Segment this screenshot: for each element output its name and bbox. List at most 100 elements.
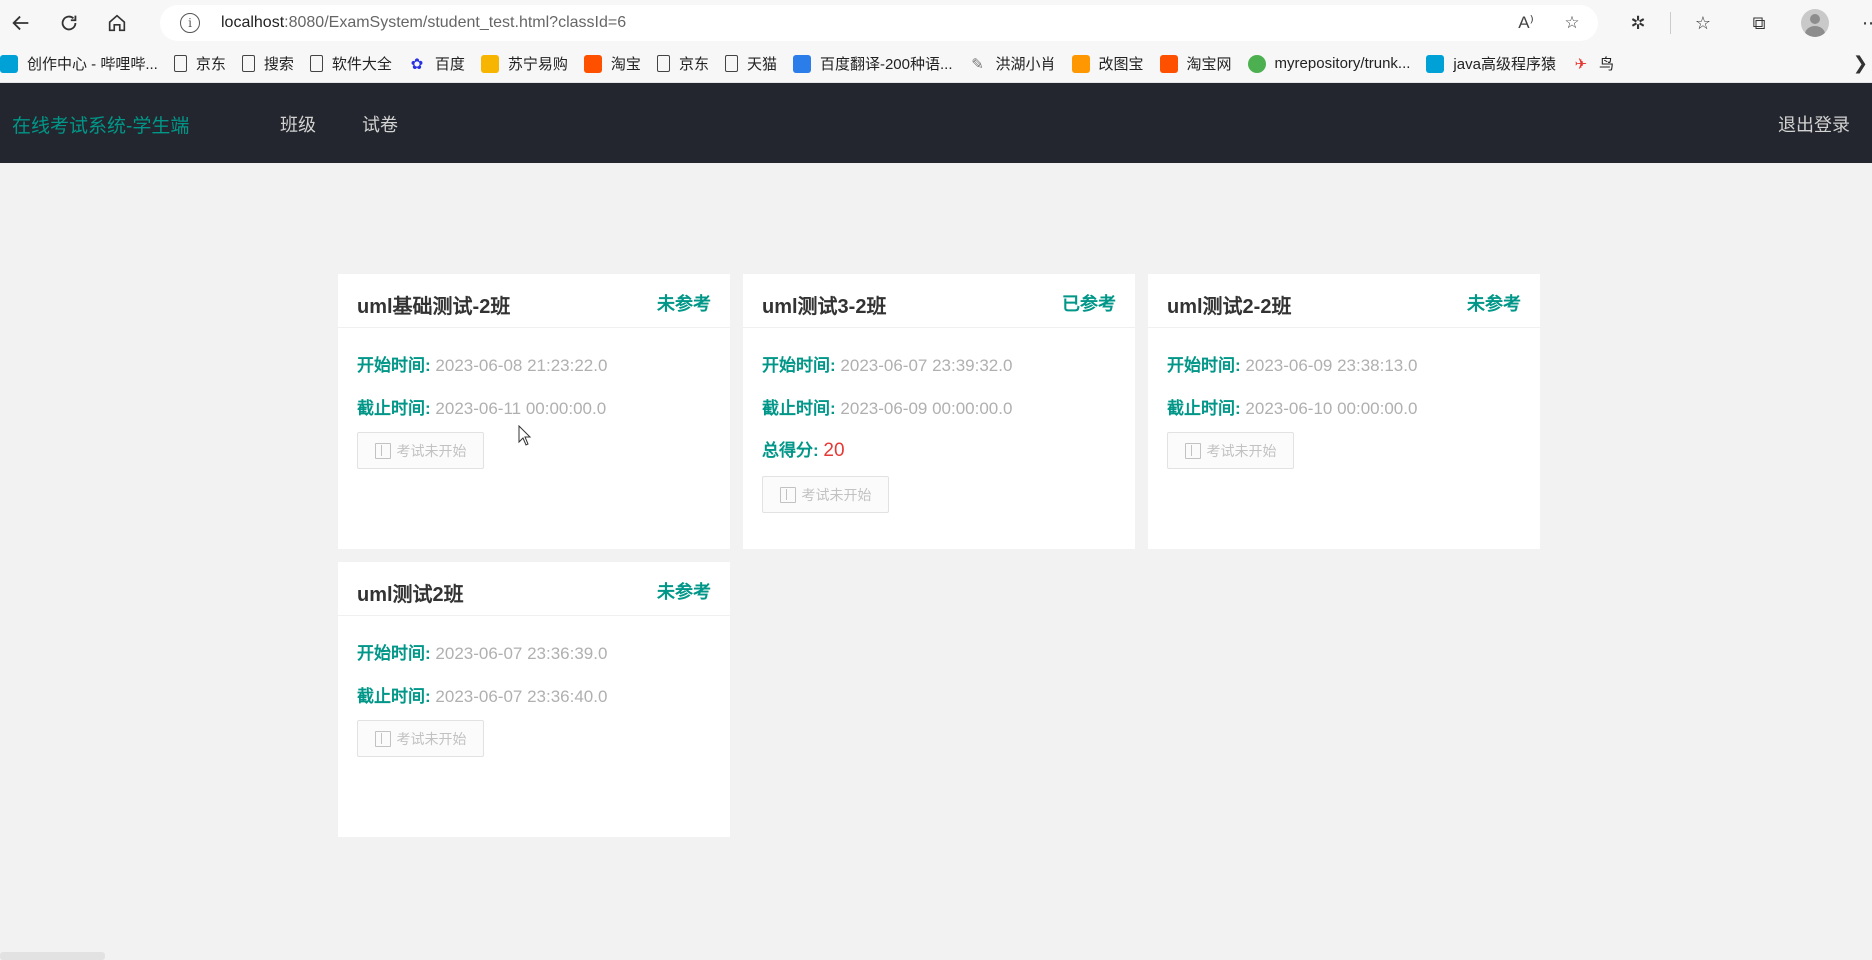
suning-icon xyxy=(480,54,499,73)
pen-icon: ✎ xyxy=(971,55,984,73)
end-time-row: 截止时间: 2023-06-09 00:00:00.0 xyxy=(762,394,1012,419)
bookmark-item[interactable]: 京东 xyxy=(649,49,717,79)
bookmark-label: 百度 xyxy=(434,56,465,73)
bookmark-label: 苏宁易购 xyxy=(507,56,568,73)
bookmarks-overflow-icon[interactable]: ❯ xyxy=(1853,53,1868,74)
book-icon xyxy=(374,730,391,747)
exam-status: 未参考 xyxy=(1467,294,1521,314)
bookmark-item[interactable]: myrepository/trunk... xyxy=(1240,49,1419,79)
exam-button-label: 考试未开始 xyxy=(396,442,467,459)
favorites-icon[interactable]: ☆ xyxy=(1685,5,1721,41)
bird-icon: ✈ xyxy=(1574,55,1588,73)
url-text[interactable]: localhost:8080/ExamSystem/student_test.h… xyxy=(221,14,626,32)
back-button[interactable] xyxy=(0,5,42,41)
exam-not-started-button[interactable]: 考试未开始 xyxy=(1167,432,1294,469)
bookmark-label: 搜索 xyxy=(263,56,294,73)
bilibili-icon xyxy=(1426,54,1445,73)
bookmark-item[interactable]: 天猫 xyxy=(717,49,785,79)
bookmark-label: 京东 xyxy=(195,56,226,73)
reload-button[interactable] xyxy=(48,5,90,41)
avatar xyxy=(1801,9,1829,37)
bookmark-item[interactable]: 淘宝网 xyxy=(1152,49,1240,79)
bookmark-item[interactable]: 搜索 xyxy=(234,49,302,79)
end-time-label: 截止时间: xyxy=(762,399,836,418)
end-time-row: 截止时间: 2023-06-11 00:00:00.0 xyxy=(357,394,606,419)
bookmark-item[interactable]: 苏宁易购 xyxy=(473,49,576,79)
address-bar[interactable]: i localhost:8080/ExamSystem/student_test… xyxy=(160,5,1598,41)
bookmarks-bar: 创作中心 - 哔哩哔... 京东 搜索 软件大全 ✿ 百度 苏宁易购 淘宝 京东 天猫 百度翻译-2… xyxy=(0,45,1872,83)
exam-card: uml测试2-2班 未参考 开始时间: 2023-06-09 23:38:13.… xyxy=(1148,274,1540,549)
start-time-value: 2023-06-07 23:36:39.0 xyxy=(435,644,608,663)
profile-button[interactable] xyxy=(1797,5,1833,41)
page-icon xyxy=(173,55,187,72)
page-icon xyxy=(724,55,738,72)
start-time-row: 开始时间: 2023-06-07 23:39:32.0 xyxy=(762,351,1012,376)
bookmark-item[interactable]: 淘宝 xyxy=(576,49,649,79)
end-time-row: 截止时间: 2023-06-07 23:36:40.0 xyxy=(357,682,607,707)
horizontal-scrollbar[interactable] xyxy=(0,950,1872,960)
more-menu-icon[interactable]: ⋯ xyxy=(1853,5,1872,41)
back-arrow-icon xyxy=(12,15,29,30)
exam-button-label: 考试未开始 xyxy=(1206,442,1277,459)
exam-title: uml测试2班 xyxy=(357,584,464,606)
chrome-icon xyxy=(1247,54,1266,73)
read-aloud-icon[interactable]: A⁾ xyxy=(1514,11,1538,35)
logout-link[interactable]: 退出登录 xyxy=(1778,111,1850,137)
app-logo[interactable]: 在线考试系统-学生端 xyxy=(12,111,189,138)
bookmark-label: 百度翻译-200种语... xyxy=(819,56,953,73)
end-time-value: 2023-06-07 23:36:40.0 xyxy=(435,687,608,706)
exam-status: 未参考 xyxy=(657,294,711,314)
end-time-label: 截止时间: xyxy=(357,399,431,418)
score-value: 20 xyxy=(823,440,845,461)
scrollbar-thumb[interactable] xyxy=(0,952,105,960)
exam-button-label: 考试未开始 xyxy=(396,730,467,747)
reload-icon xyxy=(61,15,77,30)
bilibili-icon xyxy=(0,54,18,73)
start-time-label: 开始时间: xyxy=(357,644,431,663)
bookmark-label: 京东 xyxy=(678,56,709,73)
exam-card: uml测试2班 未参考 开始时间: 2023-06-07 23:36:39.0 … xyxy=(338,562,730,837)
baidu-translate-icon xyxy=(792,54,811,73)
score-label: 总得分: xyxy=(762,441,819,460)
taobao-icon xyxy=(583,54,602,73)
page-icon xyxy=(241,55,255,72)
card-header: uml测试2班 未参考 xyxy=(338,562,730,616)
menu-item-papers[interactable]: 试卷 xyxy=(362,111,398,137)
end-time-row: 截止时间: 2023-06-10 00:00:00.0 xyxy=(1167,394,1417,419)
bookmark-item[interactable]: ✈ 鸟 xyxy=(1564,49,1622,79)
home-button[interactable] xyxy=(96,5,138,41)
bookmark-item[interactable]: 百度翻译-200种语... xyxy=(785,49,961,79)
collections-icon[interactable]: ⧉ xyxy=(1741,5,1777,41)
bookmark-item[interactable]: 创作中心 - 哔哩哔... xyxy=(0,49,166,79)
end-time-value: 2023-06-11 00:00:00.0 xyxy=(435,399,607,418)
extensions-icon[interactable]: ✲ xyxy=(1620,5,1656,41)
exam-not-started-button[interactable]: 考试未开始 xyxy=(762,476,889,513)
exam-title: uml基础测试-2班 xyxy=(357,296,511,318)
main-menu: 班级 试卷 xyxy=(280,111,444,137)
add-favorite-icon[interactable]: ☆ xyxy=(1560,11,1584,35)
bookmark-label: 改图宝 xyxy=(1098,56,1144,73)
bookmark-item[interactable]: ✎ 洪湖小肖 xyxy=(961,49,1064,79)
end-time-value: 2023-06-10 00:00:00.0 xyxy=(1245,399,1418,418)
bookmark-item[interactable]: 软件大全 xyxy=(302,49,400,79)
bookmark-item[interactable]: java高级程序猿 xyxy=(1418,49,1564,79)
bookmark-label: 洪湖小肖 xyxy=(995,56,1056,73)
bookmark-item[interactable]: 京东 xyxy=(166,49,234,79)
menu-item-classes[interactable]: 班级 xyxy=(280,111,316,137)
book-icon xyxy=(374,442,391,459)
info-icon[interactable]: i xyxy=(180,13,200,33)
start-time-label: 开始时间: xyxy=(1167,356,1241,375)
app-navbar: 在线考试系统-学生端 班级 试卷 退出登录 xyxy=(0,83,1872,163)
end-time-value: 2023-06-09 00:00:00.0 xyxy=(840,399,1013,418)
bookmark-item[interactable]: 改图宝 xyxy=(1064,49,1152,79)
exam-title: uml测试3-2班 xyxy=(762,296,887,318)
bookmark-label: 鸟 xyxy=(1598,56,1614,73)
bookmark-label: 软件大全 xyxy=(331,56,392,73)
bookmark-label: 淘宝网 xyxy=(1186,56,1232,73)
exam-not-started-button[interactable]: 考试未开始 xyxy=(357,720,484,757)
baidu-paw-icon: ✿ xyxy=(410,55,424,73)
bookmark-item[interactable]: ✿ 百度 xyxy=(400,49,473,79)
start-time-value: 2023-06-07 23:39:32.0 xyxy=(840,356,1013,375)
bookmark-label: java高级程序猿 xyxy=(1453,56,1556,73)
exam-not-started-button[interactable]: 考试未开始 xyxy=(357,432,484,469)
